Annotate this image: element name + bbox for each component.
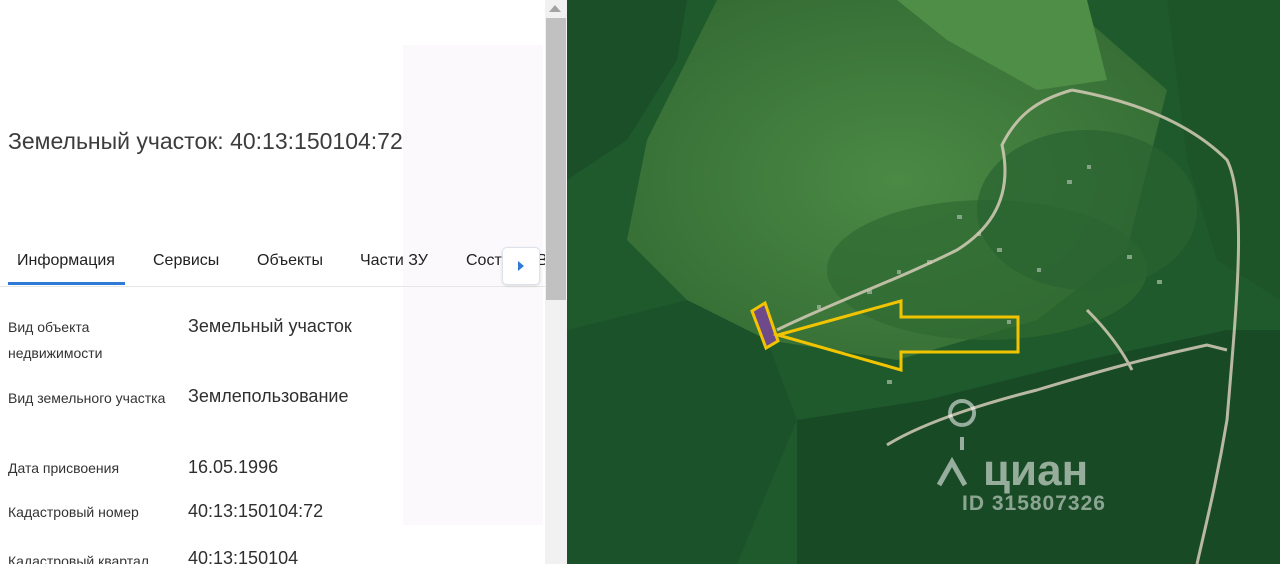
info-panel: Земельный участок: 40:13:150104:72 Инфор…: [0, 0, 545, 564]
row-value-cadastral-number: 40:13:150104:72: [188, 501, 324, 521]
tab-parts[interactable]: Части ЗУ: [360, 252, 428, 270]
tab-bar: Информация Сервисы Объекты Части ЗУ Сост…: [0, 240, 545, 287]
scrollbar-thumb[interactable]: [546, 18, 566, 300]
satellite-map[interactable]: циан ID 315807326: [567, 0, 1280, 564]
row-value-land-type: Землепользование: [188, 386, 349, 406]
scroll-up-arrow-icon[interactable]: [549, 5, 561, 12]
row-label-assign-date: Дата присвоения: [8, 460, 120, 476]
tab-information[interactable]: Информация: [17, 252, 115, 270]
village-trees: [977, 130, 1197, 290]
satellite-image: [567, 0, 1280, 564]
watermark-brand: циан: [983, 446, 1089, 495]
tabs-scroll-right-button[interactable]: [502, 247, 540, 285]
watermark-id: ID 315807326: [962, 492, 1106, 515]
row-value-assign-date: 16.05.1996: [188, 457, 279, 477]
tab-objects[interactable]: Объекты: [257, 252, 323, 270]
tab-state[interactable]: Сост: [466, 252, 502, 270]
row-label-cadastral-quarter: Кадастровый квартал: [8, 553, 149, 564]
tab-services[interactable]: Сервисы: [153, 252, 219, 270]
row-label-object-type: Вид объекта недвижимости: [8, 319, 103, 361]
chevron-right-icon: [518, 261, 524, 271]
row-value-object-type: Земельный участок: [188, 316, 352, 336]
row-value-cadastral-quarter: 40:13:150104: [188, 548, 299, 564]
active-tab-indicator: [8, 282, 125, 285]
row-label-cadastral-number: Кадастровый номер: [8, 504, 139, 520]
row-label-land-type: Вид земельного участка: [8, 390, 166, 406]
page-title: Земельный участок: 40:13:150104:72: [8, 128, 403, 154]
